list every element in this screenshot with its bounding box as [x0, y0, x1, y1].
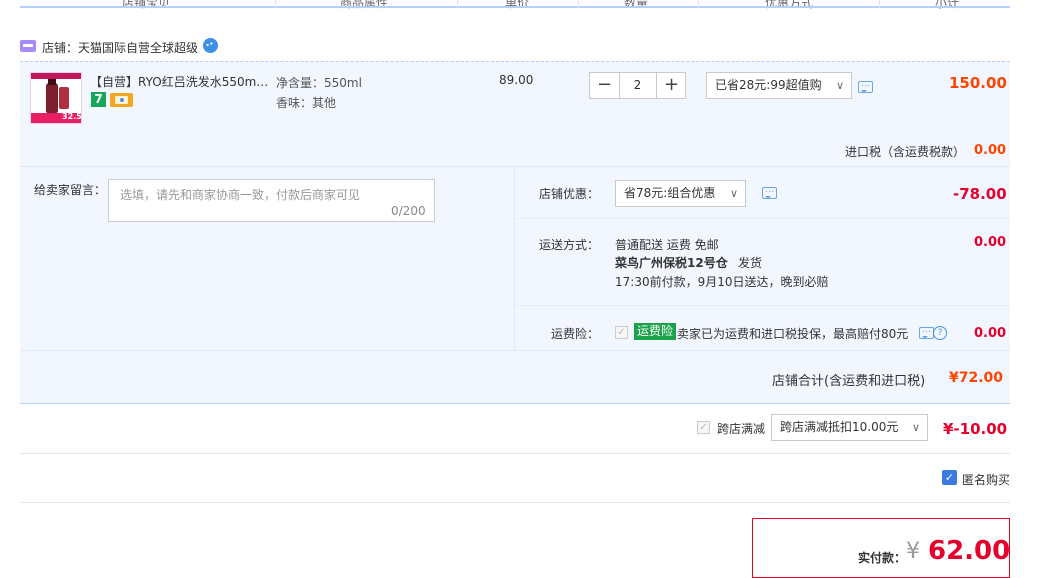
- item-discount-value: 已省28元:99超值购: [715, 78, 822, 92]
- message-placeholder: 选填，请先和商家协商一致，付款后商家可见: [120, 188, 361, 202]
- quantity-decrease-button[interactable]: −: [590, 73, 620, 98]
- import-tax-value: 0.00: [974, 143, 1007, 158]
- shop-discount-select[interactable]: 省78元:组合优惠 ∨: [615, 180, 746, 207]
- shop-discount-label: 店铺优惠：: [539, 187, 600, 201]
- chat-icon[interactable]: [919, 327, 934, 339]
- payment-currency: ¥: [906, 539, 920, 564]
- header-sep: [578, 0, 579, 8]
- shop-total-value: ¥72.00: [949, 370, 1004, 386]
- card-pay-icon: [110, 93, 133, 107]
- row-divider: [20, 453, 1010, 454]
- shipping-eta: 17:30前付款，9月10日送达，晚到必赔: [615, 275, 829, 289]
- message-counter: 0/200: [391, 204, 426, 218]
- shop-discount-value-text: 省78元:组合优惠: [624, 186, 716, 200]
- header-divider: [20, 6, 1010, 8]
- product-thumbnail[interactable]: 32.5: [30, 72, 82, 124]
- shipping-ship-word: 发货: [738, 256, 763, 270]
- chevron-down-icon: ∨: [911, 421, 920, 434]
- header-sep: [698, 0, 699, 8]
- item-subtotal: 150.00: [949, 74, 1007, 92]
- cross-store-checkbox[interactable]: ✓: [697, 421, 710, 434]
- shop-name[interactable]: 店铺：天猫国际自营全球超级: [42, 39, 198, 56]
- cross-store-value: ¥-10.00: [943, 420, 1008, 438]
- quantity-increase-button[interactable]: +: [656, 73, 686, 98]
- tmall-shop-icon: [20, 40, 36, 52]
- header-sep: [457, 0, 458, 8]
- help-icon[interactable]: ?: [933, 326, 947, 340]
- chat-icon[interactable]: [858, 81, 873, 93]
- shipping-line1: 普通配送 运费 免邮: [615, 238, 719, 252]
- item-title[interactable]: 【自营】RYO红吕洗发水550m…: [90, 73, 268, 90]
- cross-store-label: 跨店满减: [717, 422, 766, 436]
- row-divider: [20, 350, 1010, 351]
- insurance-checkbox[interactable]: ✓: [615, 326, 628, 339]
- payment-box: 实付款： ¥ 62.00: [752, 518, 1010, 578]
- payment-total: 62.00: [928, 536, 1011, 566]
- import-tax-label: 进口税（含运费税款）: [845, 145, 966, 159]
- seven-day-return-icon: 7: [91, 92, 106, 107]
- message-textarea[interactable]: 选填，请先和商家协商一致，付款后商家可见 0/200: [108, 179, 435, 222]
- insurance-text: 卖家已为运费和进口税投保，最高赔付80元: [677, 327, 909, 341]
- insurance-badge: 运费险: [634, 323, 677, 340]
- panel-divider: [514, 167, 515, 350]
- attr-scent: 香味：其他: [276, 96, 337, 110]
- insurance-value: 0.00: [974, 326, 1007, 341]
- cross-store-option: 跨店满减抵扣10.00元: [780, 420, 899, 434]
- message-label: 给卖家留言：: [34, 183, 107, 197]
- quantity-stepper: − 2 +: [589, 72, 686, 99]
- anonymous-label[interactable]: 匿名购买: [962, 471, 1010, 488]
- row-divider: [515, 218, 1010, 219]
- cross-store-select[interactable]: 跨店满减抵扣10.00元 ∨: [771, 414, 928, 441]
- insurance-label: 运费险：: [551, 327, 600, 341]
- item-discount-select[interactable]: 已省28元:99超值购 ∨: [706, 72, 852, 99]
- wangwang-chat-icon[interactable]: [200, 35, 221, 56]
- shop-discount-amount: -78.00: [953, 185, 1007, 203]
- header-sep: [275, 0, 276, 8]
- shipping-label: 运送方式：: [539, 238, 600, 252]
- row-divider: [20, 502, 1010, 503]
- shop-total-label: 店铺合计(含运费和进口税): [772, 374, 926, 389]
- unit-price: 89.00: [499, 73, 534, 87]
- attr-volume: 净含量：550ml: [276, 76, 362, 90]
- chat-icon[interactable]: [762, 187, 777, 199]
- chevron-down-icon: ∨: [729, 187, 738, 200]
- shipping-warehouse: 菜鸟广州保税12号仓: [615, 256, 728, 270]
- row-divider: [515, 305, 1010, 306]
- shipping-fee: 0.00: [974, 235, 1007, 250]
- chevron-down-icon: ∨: [835, 79, 844, 92]
- payment-label: 实付款：: [858, 551, 907, 565]
- quantity-input[interactable]: 2: [620, 73, 655, 98]
- anonymous-checkbox[interactable]: ✓: [942, 470, 957, 485]
- header-sep: [879, 0, 880, 8]
- thumb-price: 32.5: [62, 112, 82, 121]
